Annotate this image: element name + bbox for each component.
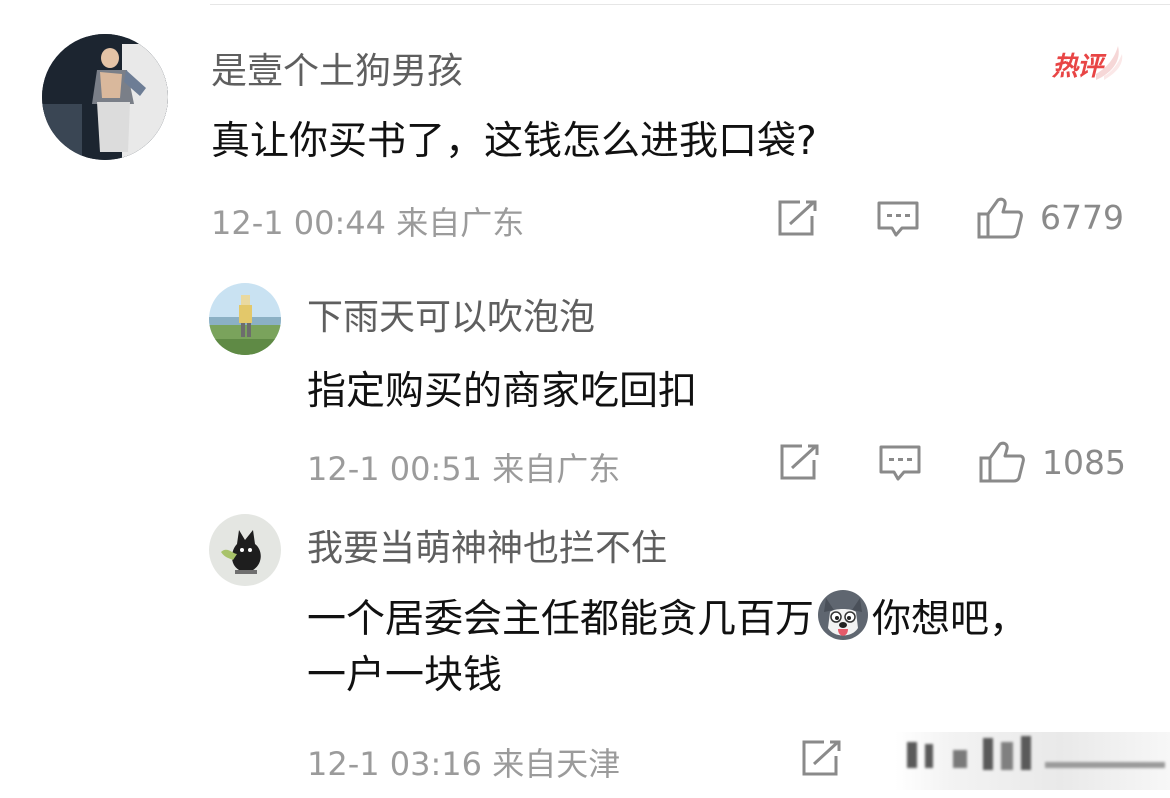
timestamp-location: 12-1 03:16 来自天津 xyxy=(307,745,621,783)
blurred-overlay xyxy=(895,732,1170,790)
comment-icon[interactable] xyxy=(878,444,922,482)
comment-icon[interactable] xyxy=(876,200,920,238)
timestamp-location: 12-1 00:44 来自广东 xyxy=(211,204,525,242)
husky-emoji xyxy=(816,588,870,642)
username[interactable]: 我要当萌神神也拦不住 xyxy=(307,519,667,571)
share-icon[interactable] xyxy=(800,740,842,776)
comment-text: 指定购买的商家吃回扣 xyxy=(307,369,698,414)
username[interactable]: 是壹个土狗男孩 xyxy=(211,42,463,94)
avatar[interactable] xyxy=(42,34,168,160)
thumbs-up-icon[interactable] xyxy=(976,196,1024,240)
share-icon[interactable] xyxy=(776,200,818,236)
username[interactable]: 下雨天可以吹泡泡 xyxy=(307,288,595,340)
like-count: 6779 xyxy=(1040,198,1124,237)
hot-comment-badge: 热评 xyxy=(1052,44,1126,84)
comment-text: 一个居委会主任都能贪几百万 你想吧，一户一块钱 xyxy=(307,588,1067,704)
divider xyxy=(210,4,1170,5)
share-icon[interactable] xyxy=(778,444,820,480)
comment-text: 真让你买书了，这钱怎么进我口袋? xyxy=(211,119,817,164)
like-count: 1085 xyxy=(1042,443,1126,482)
avatar[interactable] xyxy=(209,514,281,586)
avatar[interactable] xyxy=(209,283,281,355)
timestamp-location: 12-1 00:51 来自广东 xyxy=(307,450,621,488)
thumbs-up-icon[interactable] xyxy=(978,440,1026,484)
comment-text-part: 一个居委会主任都能贪几百万 xyxy=(307,597,815,642)
hot-comment-label: 热评 xyxy=(1052,52,1103,82)
